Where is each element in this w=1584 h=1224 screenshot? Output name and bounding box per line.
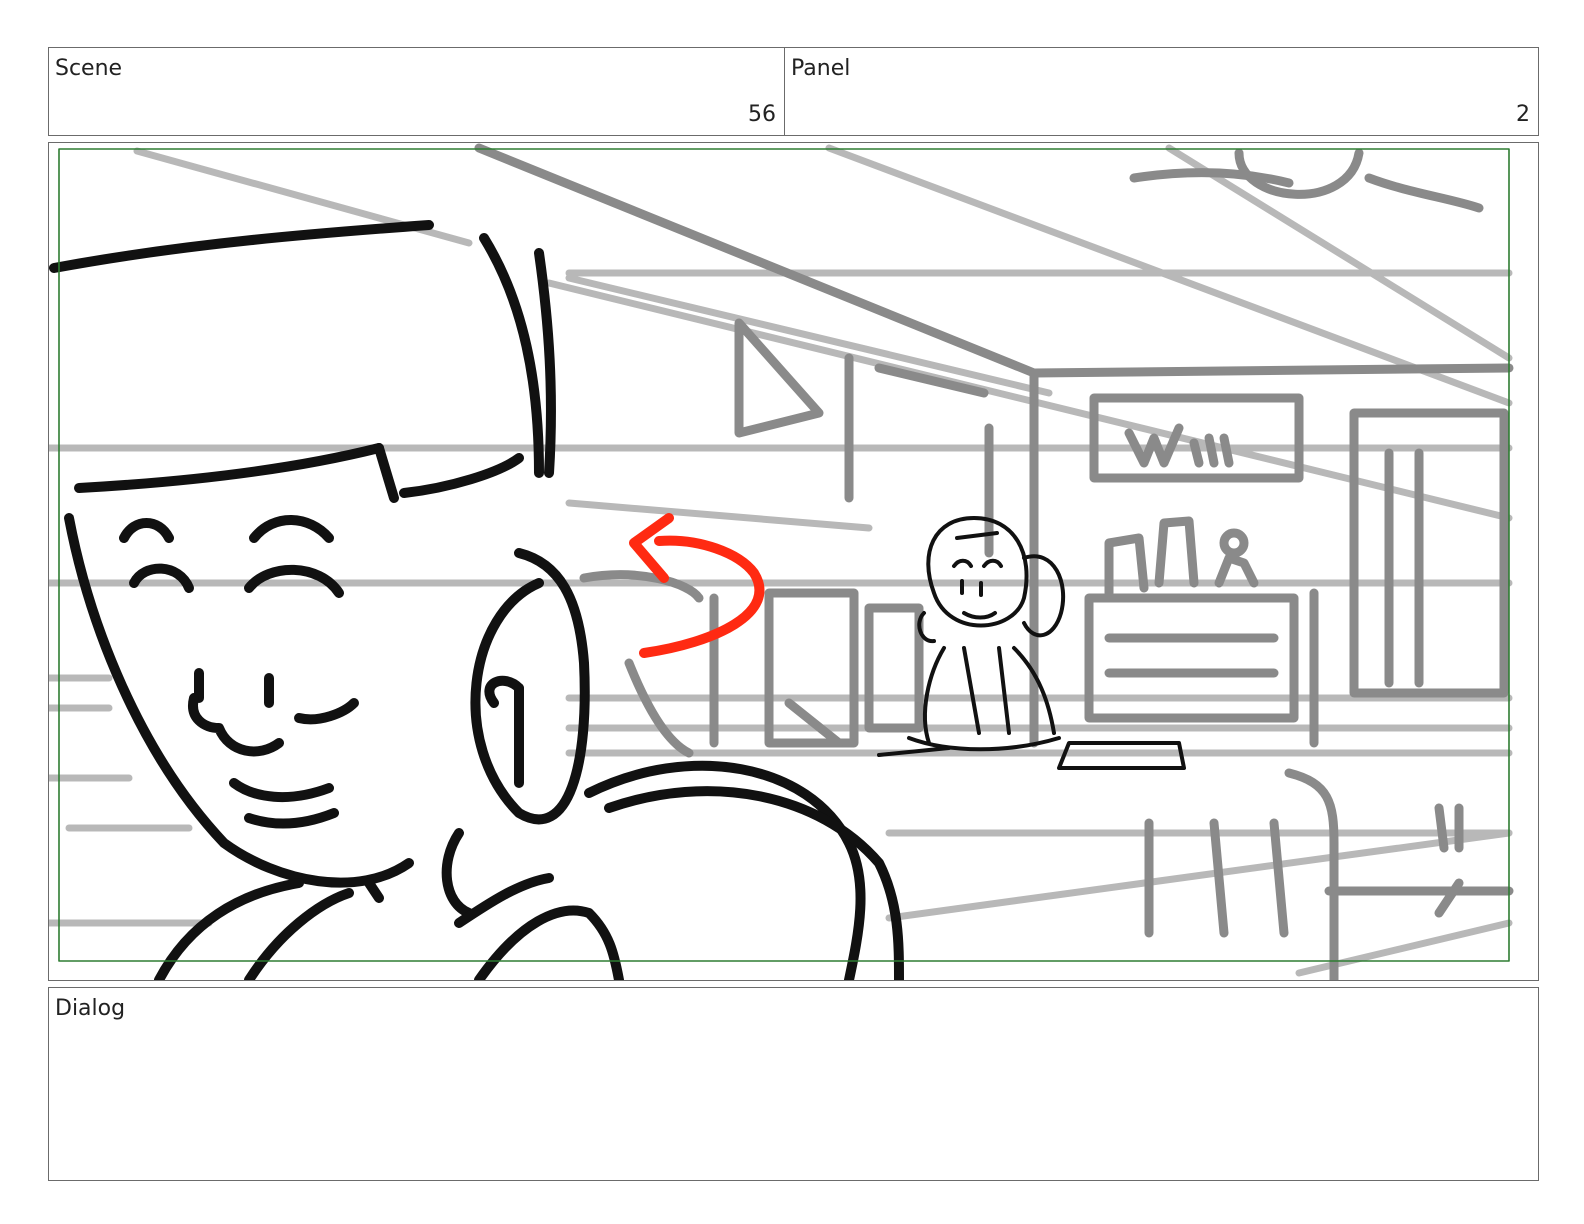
scene-number: 56 [748,102,776,127]
panel-label: Panel [791,56,851,81]
storyboard-sketch [49,143,1514,980]
dialog-label: Dialog [55,996,126,1021]
scene-field: Scene 56 [48,47,785,136]
storyboard-frame [48,142,1539,981]
scene-label: Scene [55,56,123,81]
dialog-field: Dialog [48,987,1539,1181]
panel-field: Panel 2 [784,47,1539,136]
panel-number: 2 [1516,102,1530,127]
